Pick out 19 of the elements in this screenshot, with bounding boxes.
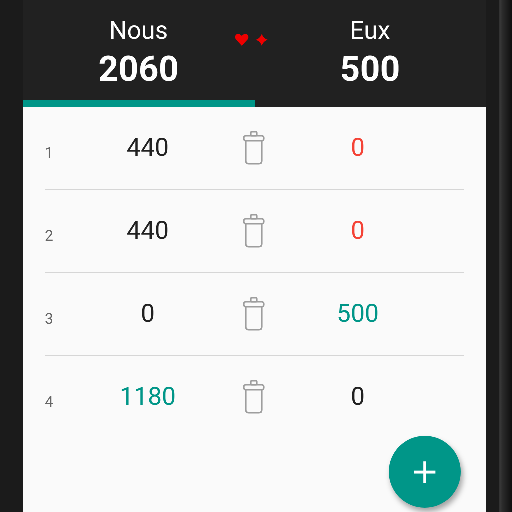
round-score: 440 xyxy=(126,134,170,162)
round-score: 0 xyxy=(350,134,366,162)
team-tab[interactable]: Nous 2060 xyxy=(23,0,254,107)
round-score: 0 xyxy=(350,382,366,412)
trash-icon[interactable] xyxy=(241,214,267,248)
trash-icon[interactable] xyxy=(241,131,267,165)
trash-icon[interactable] xyxy=(241,380,267,414)
round-number: 3 xyxy=(45,310,54,328)
round-number: 2 xyxy=(45,227,54,245)
round-score: 0 xyxy=(350,216,366,246)
team-tab[interactable]: Eux 500 xyxy=(254,0,486,107)
trash-icon[interactable] xyxy=(241,297,267,331)
round-score: 0 xyxy=(140,300,156,328)
round-score: 500 xyxy=(336,300,380,328)
round-number: 1 xyxy=(45,144,54,162)
round-score: 440 xyxy=(126,216,170,246)
round-score: 1180 xyxy=(120,382,176,412)
round-number: 4 xyxy=(45,393,54,411)
add-button[interactable]: + xyxy=(389,436,461,508)
